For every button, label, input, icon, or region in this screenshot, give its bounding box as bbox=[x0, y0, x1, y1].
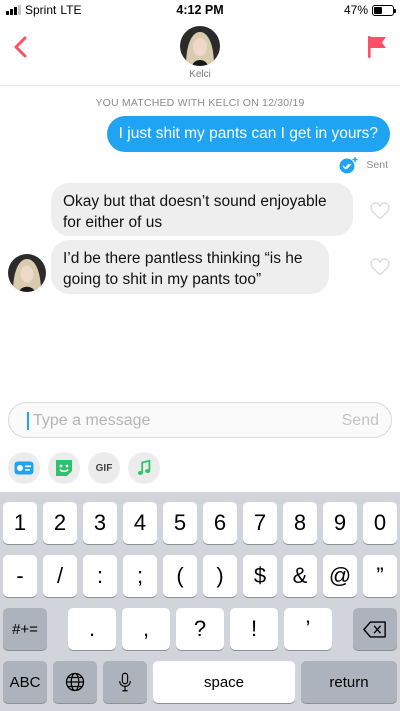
gif-button[interactable]: GIF bbox=[88, 452, 120, 484]
key-dollar[interactable]: $ bbox=[243, 555, 277, 597]
sent-status: Sent bbox=[338, 156, 388, 174]
message-input[interactable]: Type a message Send bbox=[8, 402, 392, 438]
backspace-icon bbox=[363, 620, 386, 638]
key-exclamation[interactable]: ! bbox=[230, 608, 278, 650]
battery-icon bbox=[372, 4, 396, 16]
dictation-key[interactable] bbox=[103, 661, 147, 703]
status-time: 4:12 PM bbox=[176, 3, 224, 17]
message-placeholder: Type a message bbox=[33, 412, 151, 429]
key-colon[interactable]: : bbox=[83, 555, 117, 597]
key-hyphen[interactable]: - bbox=[3, 555, 37, 597]
key-ampersand[interactable]: & bbox=[283, 555, 317, 597]
flag-icon[interactable] bbox=[366, 34, 388, 60]
key-8[interactable]: 8 bbox=[283, 502, 317, 544]
contact-name[interactable]: Kelci bbox=[0, 69, 400, 80]
status-bar: Sprint LTE 4:12 PM 47% bbox=[0, 0, 400, 20]
chat-header: Kelci bbox=[0, 20, 400, 86]
delete-key[interactable] bbox=[353, 608, 397, 650]
key-open-paren[interactable]: ( bbox=[163, 555, 197, 597]
send-button[interactable]: Send bbox=[342, 412, 379, 430]
return-key[interactable]: return bbox=[301, 661, 397, 703]
key-6[interactable]: 6 bbox=[203, 502, 237, 544]
outgoing-message[interactable]: I just shit my pants can I get in yours? bbox=[106, 116, 390, 152]
composer-toolbar: GIF bbox=[8, 452, 160, 486]
incoming-message[interactable]: Okay but that doesn’t sound enjoyable fo… bbox=[51, 183, 353, 236]
bitmoji-card-button[interactable] bbox=[8, 452, 40, 484]
sent-label: Sent bbox=[366, 159, 388, 171]
chevron-left-icon[interactable] bbox=[8, 34, 34, 60]
symbols-key[interactable]: #+= bbox=[3, 608, 47, 650]
avatar[interactable] bbox=[180, 26, 220, 66]
key-comma[interactable]: , bbox=[122, 608, 170, 650]
like-heart-icon[interactable] bbox=[370, 258, 390, 276]
key-at[interactable]: @ bbox=[323, 555, 357, 597]
bitmoji-card-icon bbox=[14, 461, 34, 475]
key-7[interactable]: 7 bbox=[243, 502, 277, 544]
abc-key[interactable]: ABC bbox=[3, 661, 47, 703]
sticker-button[interactable] bbox=[48, 452, 80, 484]
gif-icon: GIF bbox=[95, 462, 113, 474]
key-0[interactable]: 0 bbox=[363, 502, 397, 544]
status-right: 47% bbox=[343, 3, 396, 17]
sticker-icon bbox=[56, 460, 72, 476]
like-heart-icon[interactable] bbox=[370, 202, 390, 220]
key-semicolon[interactable]: ; bbox=[123, 555, 157, 597]
key-3[interactable]: 3 bbox=[83, 502, 117, 544]
key-2[interactable]: 2 bbox=[43, 502, 77, 544]
keyboard: 1 2 3 4 5 6 7 8 9 0 - / : ; ( ) $ & @ ” … bbox=[0, 492, 400, 711]
key-4[interactable]: 4 bbox=[123, 502, 157, 544]
key-period[interactable]: . bbox=[68, 608, 116, 650]
incoming-message[interactable]: I’d be there pantless thinking “is he go… bbox=[51, 240, 329, 294]
microphone-icon bbox=[119, 672, 131, 692]
key-slash[interactable]: / bbox=[43, 555, 77, 597]
globe-key[interactable] bbox=[53, 661, 97, 703]
match-date-note: YOU MATCHED WITH KELCI ON 12/30/19 bbox=[95, 97, 305, 109]
avatar[interactable] bbox=[8, 254, 46, 292]
key-9[interactable]: 9 bbox=[323, 502, 357, 544]
key-question[interactable]: ? bbox=[176, 608, 224, 650]
key-5[interactable]: 5 bbox=[163, 502, 197, 544]
key-close-paren[interactable]: ) bbox=[203, 555, 237, 597]
battery-percent: 47% bbox=[343, 3, 368, 17]
read-receipt-icon bbox=[339, 157, 358, 174]
key-1[interactable]: 1 bbox=[3, 502, 37, 544]
key-quote[interactable]: ” bbox=[363, 555, 397, 597]
key-apostrophe[interactable]: ’ bbox=[284, 608, 332, 650]
space-key[interactable]: space bbox=[153, 661, 295, 703]
text-caret bbox=[27, 412, 29, 430]
globe-icon bbox=[65, 672, 85, 692]
music-note-icon bbox=[137, 459, 151, 475]
music-button[interactable] bbox=[128, 452, 160, 484]
